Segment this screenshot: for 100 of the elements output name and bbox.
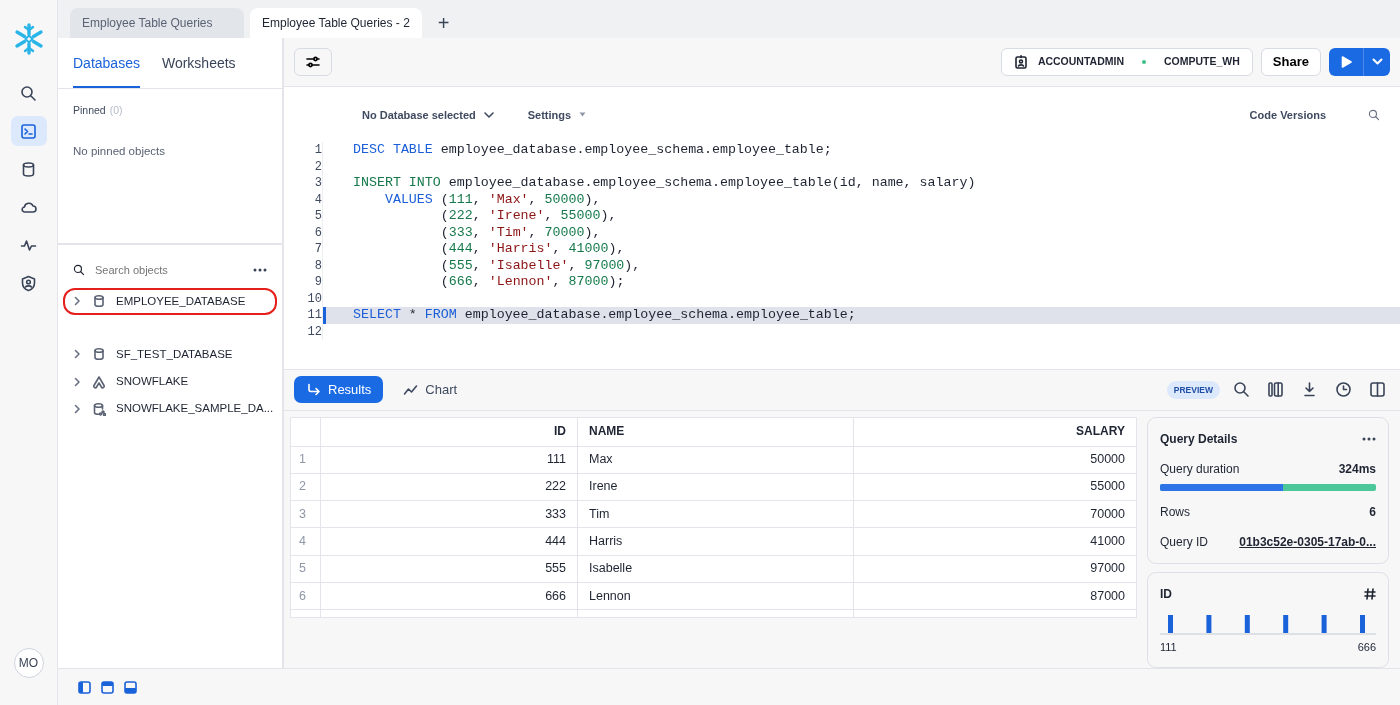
- cylinder-icon: [20, 160, 37, 178]
- terminal-icon: [20, 122, 37, 140]
- database-name: SNOWFLAKE: [116, 374, 189, 389]
- shared-database-icon: [92, 401, 106, 416]
- table-cell: Irene: [577, 473, 854, 501]
- column-header[interactable]: SALARY: [853, 417, 1137, 446]
- more-icon[interactable]: [253, 268, 267, 273]
- search-icon[interactable]: [1368, 108, 1380, 121]
- line-number: 5: [313, 208, 322, 225]
- table-cell: 111: [320, 446, 578, 474]
- search-field[interactable]: Search objects: [93, 261, 233, 280]
- more-icon[interactable]: [1362, 436, 1376, 441]
- database-name: SNOWFLAKE_SAMPLE_DA...: [116, 401, 274, 417]
- filter-button[interactable]: [294, 47, 332, 76]
- line-number: 6: [313, 224, 322, 242]
- worksheet-tab[interactable]: Employee Table Queries - 2: [250, 8, 422, 38]
- axis-max-label: 666: [1357, 639, 1376, 655]
- line-number: 7: [313, 241, 322, 258]
- sidebar-tab[interactable]: Worksheets: [161, 53, 236, 88]
- bottom-panel-layout-icon[interactable]: [124, 680, 137, 694]
- table-cell: Isabelle: [577, 555, 854, 583]
- table-cell: 444: [320, 527, 578, 556]
- line-chart-icon: [403, 383, 419, 397]
- row-number: 1: [290, 446, 321, 474]
- sidebar-tab[interactable]: Databases: [73, 53, 140, 88]
- tree-item[interactable]: SNOWFLAKE: [63, 368, 277, 396]
- table-cell: 97000: [853, 555, 1137, 583]
- run-options-button[interactable]: [1363, 47, 1390, 76]
- run-button[interactable]: [1329, 47, 1363, 76]
- terminal-button[interactable]: [10, 116, 47, 146]
- context-selector[interactable]: ACCOUNTADMIN COMPUTE_WH: [1000, 47, 1253, 76]
- new-tab-button[interactable]: +: [427, 8, 460, 38]
- caret-icon: [1371, 58, 1383, 66]
- share-button[interactable]: Share: [1260, 47, 1321, 76]
- chevron-icon[interactable]: [73, 296, 81, 307]
- row-number: 2: [290, 473, 321, 501]
- line-number: 10: [306, 290, 322, 308]
- table-cell: 41000: [853, 527, 1137, 556]
- detail-label: Rows: [1160, 503, 1190, 521]
- chevron-icon: [483, 111, 494, 118]
- table-cell: Max: [577, 446, 854, 474]
- code-line: SELECT * FROM employee_database.employee_schema.employee_table;: [353, 307, 856, 323]
- worksheet-tab[interactable]: Employee Table Queries: [70, 8, 244, 38]
- badge-icon: [1013, 54, 1028, 69]
- chevron-icon[interactable]: [73, 403, 81, 414]
- search-icon: [73, 264, 85, 277]
- columns-icon[interactable]: [1266, 381, 1284, 399]
- chevron-icon[interactable]: [73, 376, 81, 387]
- axis-min-label: 111: [1160, 639, 1177, 655]
- tree-item[interactable]: SF_TEST_DATABASE: [63, 340, 277, 368]
- results-tab[interactable]: Chart: [391, 376, 470, 404]
- role-name: ACCOUNTADMIN: [1037, 53, 1124, 69]
- column-header[interactable]: ID: [320, 417, 578, 446]
- top-panel-layout-icon[interactable]: [101, 680, 114, 694]
- app-icon: [92, 374, 106, 389]
- tree-item[interactable]: SNOWFLAKE_SAMPLE_DA...: [63, 395, 277, 423]
- card-title: ID: [1160, 585, 1172, 603]
- play-icon: [1340, 55, 1352, 68]
- results-tab[interactable]: Results: [294, 376, 384, 404]
- code-line: VALUES (111, 'Max', 50000),: [383, 191, 601, 207]
- panel-icon[interactable]: [1368, 381, 1386, 399]
- code-versions-link[interactable]: Code Versions: [1249, 106, 1326, 124]
- detail-value: 6: [1369, 503, 1376, 521]
- table-cell: 70000: [853, 500, 1137, 528]
- table-cell: 555: [320, 555, 578, 583]
- database-name: SF_TEST_DATABASE: [116, 346, 233, 362]
- clock-icon[interactable]: [1334, 381, 1352, 399]
- card-title: Query Details: [1160, 430, 1238, 448]
- preview-badge: PREVIEW: [1166, 380, 1220, 400]
- line-number: 2: [313, 158, 322, 176]
- database-icon: [92, 347, 106, 362]
- table-cell: Harris: [577, 527, 854, 556]
- table-cell: 666: [320, 582, 578, 610]
- line-number: 3: [313, 175, 322, 192]
- row-number: 5: [290, 555, 321, 583]
- code-line: (333, 'Tim', 70000),: [439, 224, 601, 240]
- code-line: (444, 'Harris', 41000),: [439, 241, 625, 257]
- table-cell: 87000: [853, 582, 1137, 610]
- row-number: 3: [290, 500, 321, 528]
- database-selector[interactable]: No Database selected: [362, 106, 494, 124]
- query-id-link[interactable]: 01b3c52e-0305-17ab-0...: [1239, 532, 1376, 551]
- chevron-icon[interactable]: [73, 349, 81, 360]
- detail-value: 324ms: [1338, 460, 1376, 478]
- code-line: INSERT INTO employee_database.employee_schema.employee_table(id, name, salary): [353, 175, 976, 191]
- table-cell: 222: [320, 473, 578, 501]
- database-name: EMPLOYEE_DATABASE: [116, 293, 246, 309]
- column-header[interactable]: NAME: [577, 417, 854, 446]
- empty-message: No pinned objects: [73, 143, 167, 159]
- tree-item[interactable]: EMPLOYEE_DATABASE: [63, 287, 277, 315]
- line-number: 4: [313, 191, 322, 209]
- settings-menu[interactable]: Settings: [527, 106, 587, 124]
- line-number: 8: [313, 257, 322, 275]
- sidebar-layout-icon[interactable]: [78, 680, 91, 694]
- search-icon[interactable]: [1232, 381, 1250, 399]
- line-number: 11: [306, 307, 322, 324]
- user-avatar[interactable]: MO: [13, 648, 44, 678]
- line-number: 1: [313, 142, 322, 159]
- caret-icon: [579, 112, 587, 118]
- table-cell: Lennon: [577, 582, 854, 610]
- return-arrow-icon: [306, 383, 321, 397]
